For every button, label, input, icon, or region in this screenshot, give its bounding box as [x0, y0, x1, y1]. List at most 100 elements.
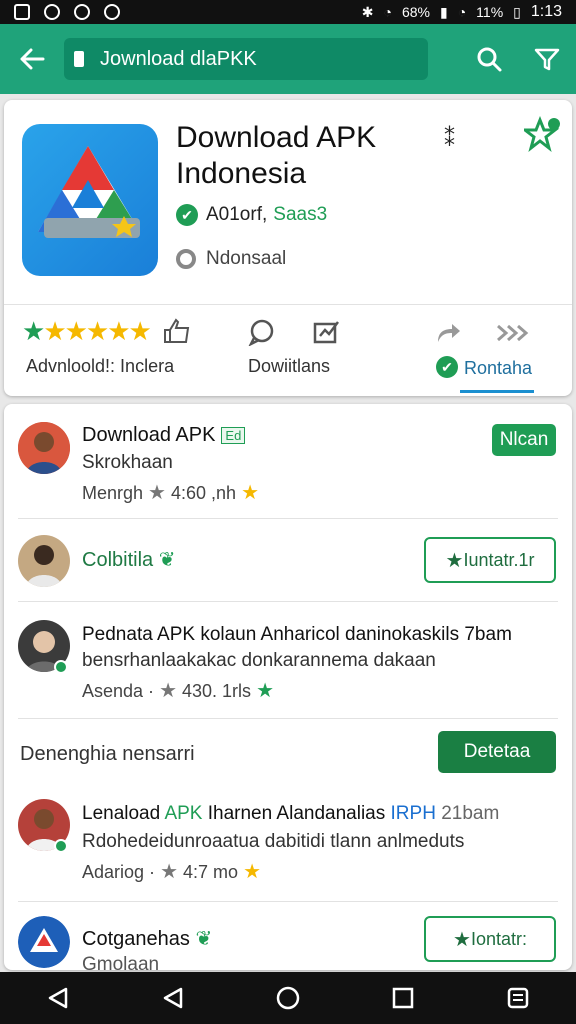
item-title: Cotganehas ❦ — [82, 928, 213, 950]
stack-menu-icon — [508, 987, 529, 1009]
recents-button[interactable] — [383, 978, 423, 1018]
item-title: Colbitila ❦ — [82, 549, 176, 571]
search-text: Jownload dlaPKK — [100, 47, 257, 70]
home-button[interactable] — [268, 978, 308, 1018]
square-recents-icon — [392, 987, 414, 1009]
region-text: Ndonsaal — [206, 248, 287, 269]
tab-reviews-label: Rontaha — [464, 358, 533, 378]
leaf-icon: ❦ — [158, 549, 176, 571]
search-button[interactable] — [460, 24, 518, 94]
wifi-icon: ◔ — [383, 4, 392, 20]
search-icon — [477, 47, 502, 72]
back-button[interactable] — [0, 24, 64, 94]
list-item[interactable]: Lenaload APK Iharnen Alandanalias IRPH 2… — [4, 789, 572, 901]
tab-rating-label: Advnloold!: Inclera — [26, 356, 175, 376]
item-meta: Adariog · ★ 4:7 mo ★ — [82, 861, 261, 883]
star-icon: ★ — [241, 482, 260, 504]
list-item[interactable]: Cotganehas ❦ Gmolaan ★ Iontatr: — [4, 902, 572, 970]
apk-logo-icon — [18, 916, 70, 968]
triangle-back-icon — [48, 987, 67, 1009]
person-icon — [18, 422, 70, 474]
navigation-bar — [0, 972, 576, 1024]
filter-icon — [534, 48, 560, 71]
battery-percent-1: 68% — [401, 4, 430, 20]
install-button[interactable]: ★ Iontatr: — [424, 916, 556, 962]
avatar — [18, 422, 70, 474]
share-button[interactable]: ⁑ — [444, 126, 455, 152]
tab-active-indicator — [460, 390, 534, 393]
tab-downloads-label: Dowiitlans — [248, 356, 331, 376]
developer-row[interactable]: ✔ A01orf, Saas3 — [176, 204, 327, 226]
wifi-icon-2: ◔ — [457, 4, 467, 20]
back-nav-button-2[interactable] — [153, 978, 193, 1018]
browser-notification-icon — [104, 4, 120, 20]
battery-icon: ▯ — [513, 3, 521, 20]
back-nav-button[interactable] — [38, 978, 78, 1018]
battery-percent-2: 11% — [476, 4, 504, 20]
chart-edit-icon — [313, 321, 339, 344]
app-logo — [22, 124, 158, 276]
apk-triangle-icon — [38, 146, 140, 238]
app-title: Download APK Indonesia — [176, 121, 377, 190]
item-subtitle: Skrokhaan — [82, 452, 173, 473]
signal-icon: ▮ — [439, 3, 448, 20]
item-title: Lenaload APK Iharnen Alandanalias IRPH 2… — [82, 803, 500, 824]
status-bar: ✱ ◔ 68% ▮ ◔ 11% ▯ 1:13 — [0, 0, 576, 24]
list-item[interactable]: Download APK Ed Skrokhaan Menrgh ★ 4:60 ,… — [4, 404, 572, 518]
star-icon: ★ — [159, 680, 177, 702]
section-header: Denenghia nensarri Detetaa — [4, 719, 572, 789]
item-meta: Asenda · ★ 430. 1rls ★ — [82, 680, 275, 702]
verified-check-icon: ✔ — [176, 204, 198, 226]
avatar — [18, 916, 70, 968]
menu-button[interactable] — [498, 978, 538, 1018]
star-icon: ★ — [148, 482, 166, 504]
award-button[interactable] — [520, 115, 564, 159]
lock-icon — [74, 51, 84, 67]
list-item[interactable]: Pednata APK kolaun Anharicol daninokaski… — [4, 602, 572, 718]
search-header: Jownload dlaPKK — [0, 24, 576, 94]
award-star-icon — [520, 115, 560, 152]
online-badge — [54, 839, 68, 853]
share-arrow-icon — [438, 324, 460, 342]
chat-bubble-icon — [248, 319, 274, 346]
section-label: Denenghia nensarri — [20, 743, 195, 765]
item-subtitle: bensrhanlaakakac donkarannema dakaan — [82, 650, 436, 671]
arrow-left-icon — [20, 48, 45, 70]
app-detail-card: Download APK Indonesia ⁑ ✔ A01orf, Saas3… — [4, 100, 572, 396]
star-icon: ★ — [445, 549, 464, 572]
online-badge — [54, 660, 68, 674]
item-subtitle: Gmolaan — [82, 954, 160, 970]
region-icon — [176, 249, 196, 269]
gallery-notification-icon — [14, 4, 30, 20]
stats-tabs: ★★★★★★ Advnloold!: Inclera Dowiitlans ✔ … — [4, 314, 572, 394]
circle-home-icon — [276, 986, 300, 1010]
region-row: Ndonsaal — [176, 248, 286, 270]
open-button[interactable]: Nlcan — [492, 424, 556, 456]
divider — [4, 304, 572, 305]
star-icon: ★ — [256, 680, 275, 702]
item-tag: Ed — [221, 427, 246, 445]
leaf-icon: ❦ — [195, 928, 213, 950]
list-item[interactable]: Colbitila ❦ ★ Iuntatr.1r — [4, 519, 572, 601]
developer-name: A01orf, — [206, 204, 268, 225]
results-list: Download APK Ed Skrokhaan Menrgh ★ 4:60 ,… — [4, 404, 572, 970]
star-icon: ★ — [243, 861, 261, 883]
star-icon: ★ — [453, 928, 471, 951]
item-title: Download APK Ed — [82, 424, 246, 447]
developer-sub: Saas3 — [273, 204, 328, 225]
section-action-button[interactable]: Detetaa — [438, 731, 556, 773]
triangle-back-icon — [163, 987, 183, 1009]
like-icon — [164, 318, 190, 343]
search-input[interactable]: Jownload dlaPKK — [64, 38, 428, 80]
forward-arrows-icon — [497, 324, 529, 342]
filter-button[interactable] — [518, 24, 576, 94]
reviews-check-icon: ✔ — [436, 356, 458, 378]
star-icon: ★ — [160, 861, 178, 883]
clock: 1:13 — [530, 3, 562, 20]
install-button[interactable]: ★ Iuntatr.1r — [424, 537, 556, 583]
app-notification-icon — [74, 4, 90, 20]
item-subtitle: Rdohedeidunroaatua dabitidi tlann anlmed… — [82, 831, 465, 852]
rating-stars: ★★★★★★ — [22, 316, 152, 346]
person-icon — [18, 535, 70, 587]
chat-notification-icon — [44, 4, 60, 20]
